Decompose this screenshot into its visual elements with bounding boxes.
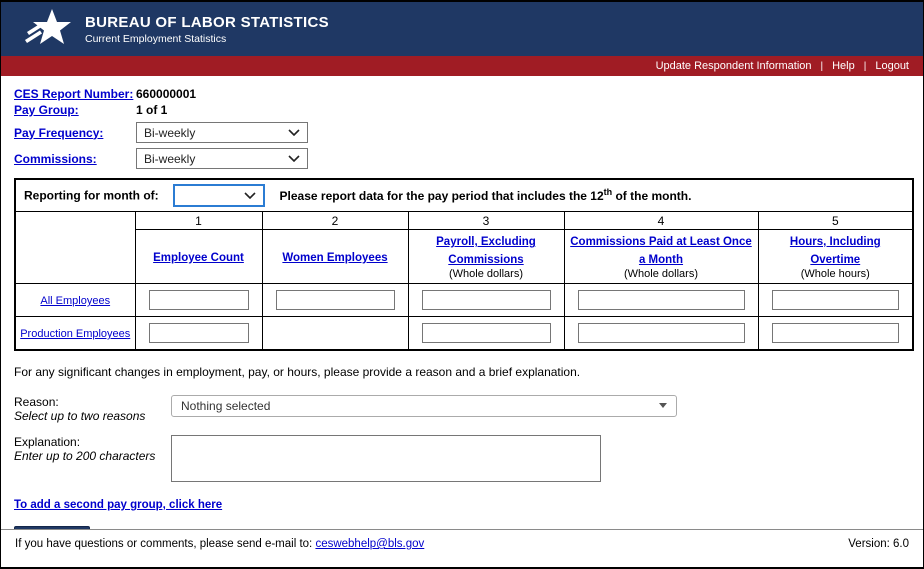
column-subtitle: (Whole dollars) bbox=[570, 268, 753, 281]
footer-contact: If you have questions or comments, pleas… bbox=[15, 538, 424, 567]
reporting-month-select[interactable] bbox=[173, 184, 265, 207]
chevron-down-icon bbox=[244, 192, 256, 199]
input-production-employees-payroll[interactable] bbox=[422, 323, 551, 343]
input-production-employees-hours[interactable] bbox=[772, 323, 900, 343]
row-link-production-employees[interactable]: Production Employees bbox=[17, 328, 133, 342]
pay-group-row: Pay Group: 1 of 1 bbox=[14, 103, 910, 117]
reason-selected-value: Nothing selected bbox=[181, 399, 270, 413]
caret-down-icon bbox=[659, 403, 667, 408]
header-titles: BUREAU OF LABOR STATISTICS Current Emplo… bbox=[85, 14, 329, 45]
column-cell-commissions: Commissions Paid at Least Once a Month (… bbox=[564, 230, 758, 284]
input-all-employees-employee-count[interactable] bbox=[149, 290, 249, 310]
commissions-select[interactable]: Bi-weekly bbox=[136, 148, 308, 169]
empty-cell bbox=[262, 317, 408, 350]
commissions-row: Commissions: Bi-weekly bbox=[14, 148, 910, 169]
reason-hint: Select up to two reasons bbox=[14, 409, 171, 423]
separator: | bbox=[821, 61, 824, 72]
pay-group-value: 1 of 1 bbox=[136, 103, 167, 117]
production-employees-row: Production Employees bbox=[15, 317, 913, 350]
reason-field-row: Reason: Select up to two reasons Nothing… bbox=[14, 395, 910, 423]
report-table: Reporting for month of: Please report da… bbox=[14, 178, 914, 351]
update-respondent-link[interactable]: Update Respondent Information bbox=[656, 60, 812, 72]
agency-name: BUREAU OF LABOR STATISTICS bbox=[85, 14, 329, 31]
explanation-field-row: Explanation: Enter up to 200 characters bbox=[14, 435, 910, 482]
bls-logo-icon bbox=[25, 8, 73, 50]
ces-report-number-value: 660000001 bbox=[136, 87, 196, 101]
column-cell-hours: Hours, Including Overtime (Whole hours) bbox=[758, 230, 913, 284]
input-all-employees-commissions[interactable] bbox=[578, 290, 745, 310]
footer: If you have questions or comments, pleas… bbox=[1, 529, 923, 567]
input-all-employees-payroll[interactable] bbox=[422, 290, 551, 310]
reporting-month-label: Reporting for month of: bbox=[24, 189, 159, 203]
all-employees-row: All Employees bbox=[15, 284, 913, 317]
pay-group-label[interactable]: Pay Group: bbox=[14, 103, 136, 117]
help-link[interactable]: Help bbox=[832, 60, 855, 72]
column-link-employee-count[interactable]: Employee Count bbox=[153, 252, 244, 264]
pay-frequency-row: Pay Frequency: Bi-weekly bbox=[14, 122, 910, 143]
footer-contact-text: If you have questions or comments, pleas… bbox=[15, 538, 315, 550]
column-number-2: 2 bbox=[262, 212, 408, 230]
input-all-employees-women-employees[interactable] bbox=[276, 290, 395, 310]
version-label: Version: 6.0 bbox=[848, 538, 909, 567]
column-cell-women-employees: Women Employees bbox=[262, 230, 408, 284]
column-number-3: 3 bbox=[408, 212, 564, 230]
explanation-hint: Enter up to 200 characters bbox=[14, 449, 171, 463]
column-number-5: 5 bbox=[758, 212, 913, 230]
ces-page: BUREAU OF LABOR STATISTICS Current Emplo… bbox=[0, 0, 924, 569]
reporting-month-cell: Reporting for month of: Please report da… bbox=[15, 179, 913, 212]
changes-instruction: For any significant changes in employmen… bbox=[14, 365, 910, 379]
report-info: CES Report Number: 660000001 Pay Group: … bbox=[14, 87, 910, 169]
column-cell-payroll: Payroll, Excluding Commissions (Whole do… bbox=[408, 230, 564, 284]
column-cell-employee-count: Employee Count bbox=[135, 230, 262, 284]
ces-report-number-label[interactable]: CES Report Number: bbox=[14, 87, 136, 101]
pay-frequency-select[interactable]: Bi-weekly bbox=[136, 122, 308, 143]
utility-bar: Update Respondent Information | Help | L… bbox=[1, 56, 923, 76]
reporting-month-row: Reporting for month of: Please report da… bbox=[15, 179, 913, 212]
row-header-cell: Production Employees bbox=[15, 317, 135, 350]
column-subtitle: (Whole hours) bbox=[764, 268, 908, 281]
column-subtitle: (Whole dollars) bbox=[414, 268, 559, 281]
column-link-women-employees[interactable]: Women Employees bbox=[282, 252, 387, 264]
commissions-value: Bi-weekly bbox=[144, 152, 195, 166]
reporting-note-suffix: of the month. bbox=[612, 189, 691, 203]
reason-label: Reason: bbox=[14, 395, 171, 409]
column-link-commissions[interactable]: Commissions Paid at Least Once a Month bbox=[570, 236, 752, 266]
column-number-1: 1 bbox=[135, 212, 262, 230]
table-stub-cell bbox=[15, 212, 135, 284]
input-production-employees-commissions[interactable] bbox=[578, 323, 745, 343]
explanation-label-block: Explanation: Enter up to 200 characters bbox=[14, 435, 171, 463]
column-link-hours[interactable]: Hours, Including Overtime bbox=[790, 236, 881, 266]
input-all-employees-hours[interactable] bbox=[772, 290, 900, 310]
pay-frequency-value: Bi-weekly bbox=[144, 126, 195, 140]
main-content: CES Report Number: 660000001 Pay Group: … bbox=[1, 76, 923, 548]
reason-label-block: Reason: Select up to two reasons bbox=[14, 395, 171, 423]
reporting-note-ordinal: th bbox=[604, 187, 613, 197]
explanation-label: Explanation: bbox=[14, 435, 171, 449]
site-header: BUREAU OF LABOR STATISTICS Current Emplo… bbox=[1, 2, 923, 56]
column-number-4: 4 bbox=[564, 212, 758, 230]
reason-select[interactable]: Nothing selected bbox=[171, 395, 677, 417]
explanation-textarea[interactable] bbox=[171, 435, 601, 482]
row-header-cell: All Employees bbox=[15, 284, 135, 317]
column-link-payroll[interactable]: Payroll, Excluding Commissions bbox=[436, 236, 536, 266]
chevron-down-icon bbox=[288, 155, 300, 162]
column-title-row: Employee Count Women Employees Payroll, … bbox=[15, 230, 913, 284]
column-number-row: 1 2 3 4 5 bbox=[15, 212, 913, 230]
add-pay-group-link[interactable]: To add a second pay group, click here bbox=[14, 499, 222, 511]
reporting-note: Please report data for the pay period th… bbox=[280, 189, 692, 203]
reporting-note-prefix: Please report data for the pay period th… bbox=[280, 189, 604, 203]
app-subtitle: Current Employment Statistics bbox=[85, 33, 329, 45]
ces-report-number-row: CES Report Number: 660000001 bbox=[14, 87, 910, 101]
commissions-label[interactable]: Commissions: bbox=[14, 152, 136, 166]
row-link-all-employees[interactable]: All Employees bbox=[37, 295, 113, 309]
chevron-down-icon bbox=[288, 129, 300, 136]
footer-email-link[interactable]: ceswebhelp@bls.gov bbox=[315, 538, 424, 550]
logout-link[interactable]: Logout bbox=[875, 60, 909, 72]
pay-frequency-label[interactable]: Pay Frequency: bbox=[14, 126, 136, 140]
input-production-employees-employee-count[interactable] bbox=[149, 323, 249, 343]
separator: | bbox=[864, 61, 867, 72]
